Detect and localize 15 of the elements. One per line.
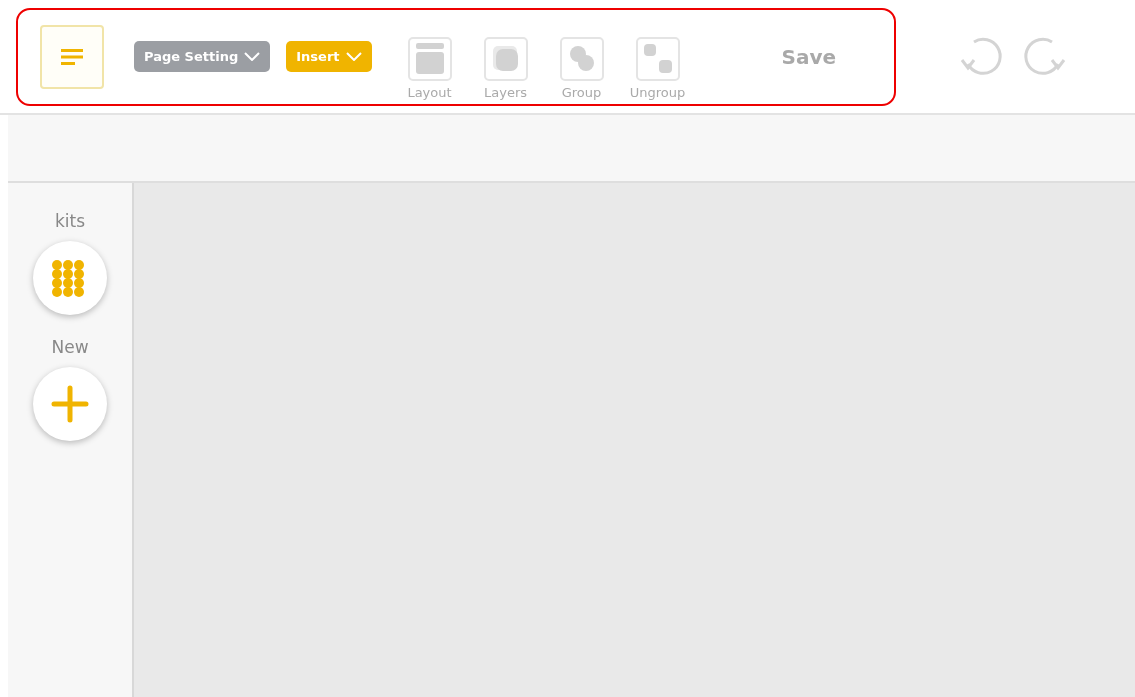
dropdown-button[interactable]: Insert xyxy=(286,41,372,72)
layout-icon xyxy=(407,37,452,81)
layers-icon xyxy=(483,37,528,81)
sidebar-label: New xyxy=(51,337,89,357)
menu-button[interactable] xyxy=(40,24,104,89)
chevron-icon xyxy=(345,52,362,61)
group-icon xyxy=(559,37,604,81)
chevron-icon xyxy=(244,52,261,61)
dropdown-button[interactable]: Page Setting xyxy=(134,41,271,72)
sidebar-label: kits xyxy=(54,211,86,231)
menu-icon xyxy=(61,48,83,65)
plus-icon xyxy=(51,385,89,423)
ungroup-icon xyxy=(635,37,680,81)
new-button[interactable] xyxy=(33,367,107,441)
kits-button[interactable] xyxy=(33,241,107,315)
